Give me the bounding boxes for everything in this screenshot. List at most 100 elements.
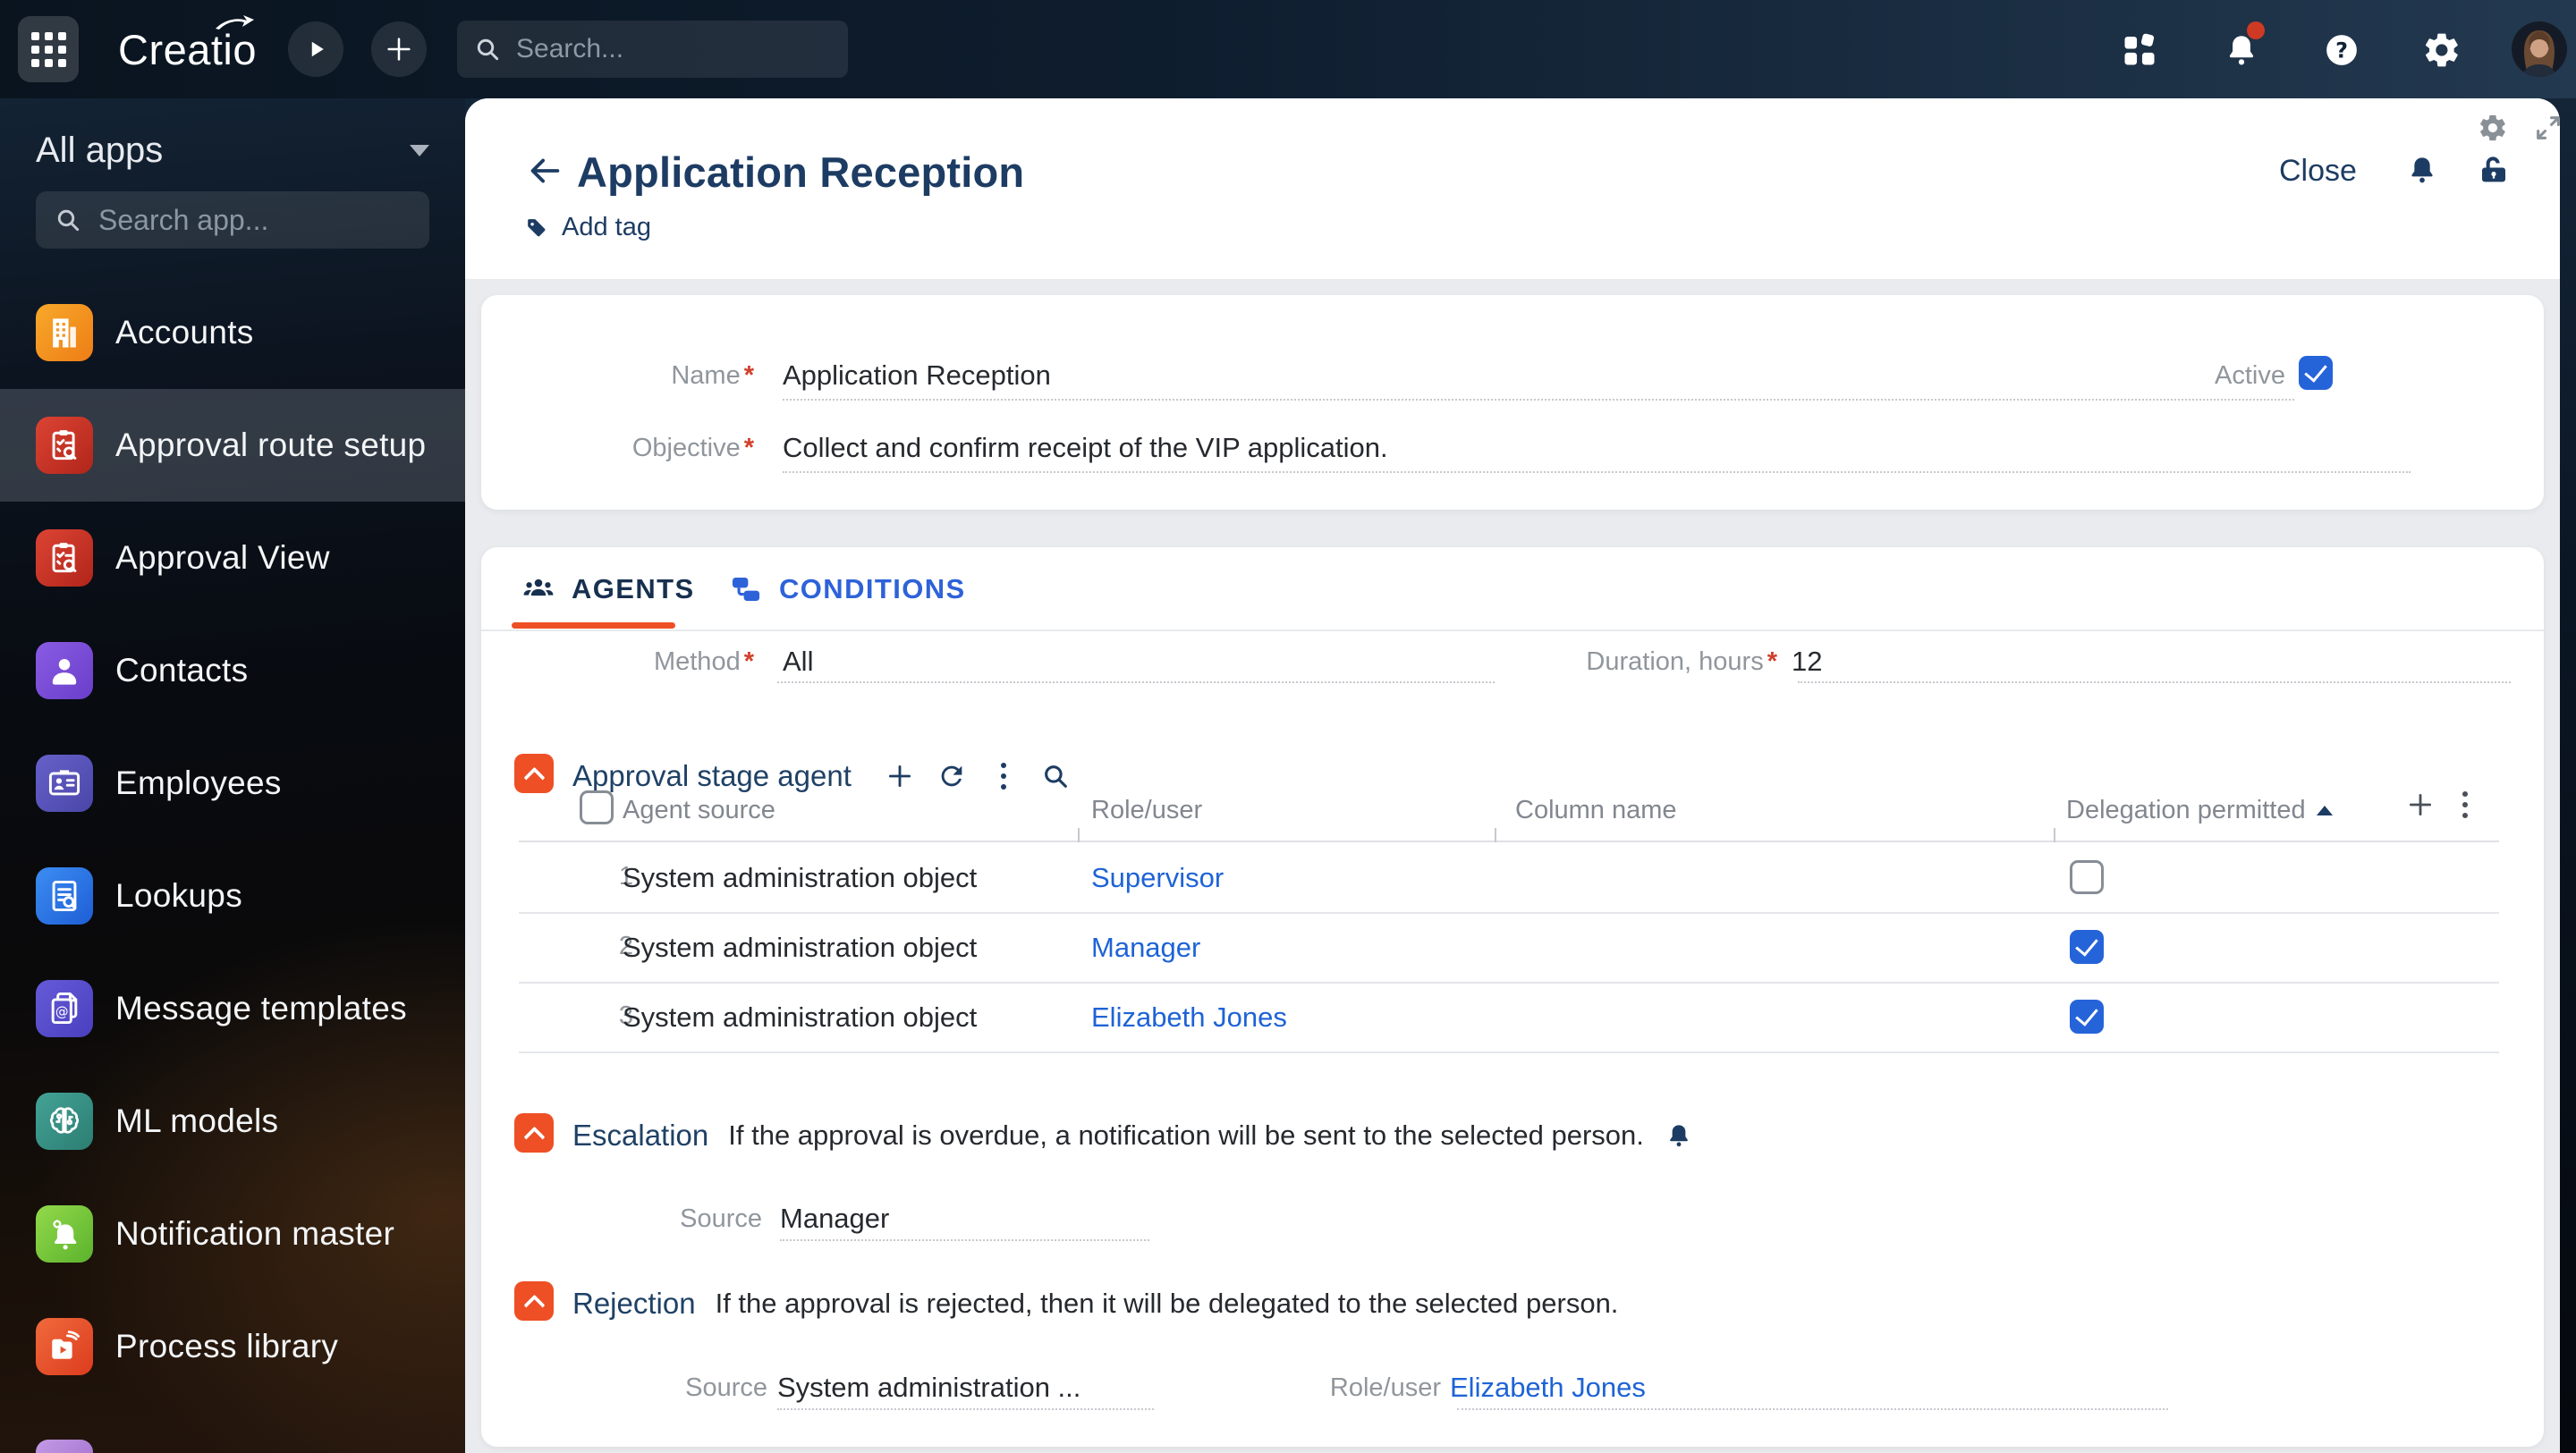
- play-button[interactable]: [288, 21, 343, 77]
- help-icon: ?: [2326, 35, 2357, 65]
- page-settings-button[interactable]: [2478, 113, 2508, 143]
- agent-source-cell: System administration object: [623, 1001, 978, 1033]
- column-agent-source[interactable]: Agent source: [623, 796, 775, 825]
- creatio-logo: Creatio: [118, 15, 257, 74]
- record-notifications-button[interactable]: [2404, 152, 2440, 188]
- lock-icon: [2482, 156, 2505, 182]
- tab-agents[interactable]: AGENTS: [521, 572, 695, 606]
- escalation-collapse-button[interactable]: [514, 1113, 554, 1153]
- escalation-source-label: Source: [680, 1204, 762, 1233]
- app-search-input[interactable]: [97, 202, 411, 238]
- app-icon-partial[interactable]: [36, 1440, 93, 1453]
- sidebar: All apps Accounts Approval route setup App…: [0, 98, 465, 1453]
- table-row[interactable]: 1 System administration object Supervisor: [519, 842, 2499, 914]
- notifications-button[interactable]: [2216, 21, 2267, 75]
- role-user-link[interactable]: Manager: [1091, 932, 1200, 964]
- sidebar-item-label: Message templates: [115, 990, 407, 1026]
- app-search[interactable]: [36, 191, 429, 249]
- arrow-left-icon: [530, 158, 560, 183]
- dashboard-button[interactable]: [2114, 25, 2165, 75]
- table-more-button[interactable]: [2449, 789, 2481, 821]
- back-button[interactable]: [524, 150, 565, 191]
- delegation-permitted-checkbox[interactable]: [2070, 1000, 2104, 1034]
- escalation-title: Escalation: [572, 1119, 709, 1152]
- sidebar-item-message-templates[interactable]: @ Message templates: [0, 952, 465, 1065]
- rejection-description: If the approval is rejected, then it wil…: [715, 1288, 1619, 1319]
- add-tag-button[interactable]: Add tag: [524, 213, 651, 242]
- escalation-bell-icon[interactable]: [1664, 1120, 1694, 1151]
- expand-button[interactable]: [2533, 113, 2560, 143]
- sidebar-item-label: Approval route setup: [115, 427, 427, 463]
- gear-icon: [2480, 114, 2505, 141]
- sidebar-item-label: Lookups: [115, 877, 242, 914]
- search-icon: [57, 209, 80, 232]
- delegation-permitted-checkbox[interactable]: [2070, 860, 2104, 894]
- gear-icon: [2425, 33, 2458, 67]
- detail-card: AGENTS CONDITIONS Method All Duration, h…: [481, 547, 2544, 1447]
- sidebar-item-label: Approval View: [115, 539, 330, 576]
- tag-icon: [528, 218, 546, 236]
- sidebar-item-notification-master[interactable]: Notification master: [0, 1178, 465, 1290]
- sidebar-item-label: ML models: [115, 1102, 279, 1139]
- agent-source-cell: System administration object: [623, 932, 978, 963]
- settings-button[interactable]: [2417, 25, 2467, 75]
- bellgear-icon: [36, 1205, 93, 1263]
- sidebar-item-ml-models[interactable]: ML models: [0, 1065, 465, 1178]
- active-label: Active: [2215, 361, 2285, 390]
- conditions-icon: [732, 578, 760, 601]
- page-title: Application Reception: [577, 148, 1025, 196]
- table-row[interactable]: 2 System administration object Manager: [519, 912, 2499, 984]
- page-header: Application Reception Close Add tag: [465, 98, 2560, 279]
- global-search-input[interactable]: [514, 33, 863, 65]
- rejection-title: Rejection: [572, 1287, 696, 1320]
- approval-icon: [36, 417, 93, 474]
- rejection-collapse-button[interactable]: [514, 1281, 554, 1321]
- sidebar-item-employees[interactable]: Employees: [0, 727, 465, 840]
- sidebar-item-approval-route-setup[interactable]: Approval route setup: [0, 389, 465, 502]
- global-search[interactable]: [457, 21, 863, 78]
- app-list: Accounts Approval route setup Approval Vie…: [0, 276, 465, 1403]
- people-icon: [523, 579, 554, 596]
- sidebar-item-label: Contacts: [115, 652, 249, 688]
- app-menu-button[interactable]: [18, 16, 79, 82]
- close-button[interactable]: Close: [2279, 154, 2357, 189]
- sidebar-item-accounts[interactable]: Accounts: [0, 276, 465, 389]
- notification-badge: [2247, 21, 2265, 39]
- process-icon: [36, 1318, 93, 1375]
- chevron-up-icon: [522, 1294, 546, 1316]
- table-header: Agent source Role/user Column name Deleg…: [481, 780, 2544, 841]
- add-button[interactable]: [371, 21, 427, 77]
- add-column-button[interactable]: [2404, 789, 2436, 821]
- chevron-up-icon: [522, 1126, 546, 1148]
- sidebar-item-approval-view[interactable]: Approval View: [0, 502, 465, 614]
- help-button[interactable]: ?: [2317, 25, 2367, 75]
- avatar[interactable]: [2512, 21, 2567, 77]
- sort-asc-icon: [2316, 806, 2333, 815]
- objective-label: Objective: [575, 434, 754, 463]
- delegation-permitted-checkbox[interactable]: [2070, 930, 2104, 964]
- active-checkbox[interactable]: [2299, 356, 2333, 390]
- role-user-link[interactable]: Elizabeth Jones: [1091, 1001, 1287, 1034]
- tab-agents-label: AGENTS: [572, 573, 695, 604]
- sidebar-item-process-library[interactable]: Process library: [0, 1290, 465, 1403]
- tab-conditions[interactable]: CONDITIONS: [729, 572, 966, 606]
- tab-conditions-label: CONDITIONS: [779, 573, 966, 604]
- column-column-name[interactable]: Column name: [1515, 796, 1677, 825]
- workspace-selector[interactable]: All apps: [36, 131, 429, 171]
- sidebar-item-label: Employees: [115, 765, 282, 801]
- table-row[interactable]: 3 System administration object Elizabeth J…: [519, 982, 2499, 1053]
- active-tab-indicator: [512, 622, 675, 629]
- lock-button[interactable]: [2476, 152, 2512, 188]
- grid-menu-icon: [30, 31, 66, 67]
- column-delegation-permitted[interactable]: Delegation permitted: [2066, 796, 2333, 825]
- sidebar-item-lookups[interactable]: Lookups: [0, 840, 465, 952]
- name-label: Name: [575, 361, 754, 391]
- top-bar: Creatio ?: [0, 0, 2576, 98]
- dashboard-icon: [2124, 33, 2155, 65]
- column-role-user[interactable]: Role/user: [1091, 796, 1202, 825]
- select-all-checkbox[interactable]: [580, 790, 614, 824]
- duration-label: Duration, hours: [1509, 647, 1777, 677]
- role-user-link[interactable]: Supervisor: [1091, 862, 1224, 894]
- search-icon: [477, 38, 499, 61]
- sidebar-item-contacts[interactable]: Contacts: [0, 614, 465, 727]
